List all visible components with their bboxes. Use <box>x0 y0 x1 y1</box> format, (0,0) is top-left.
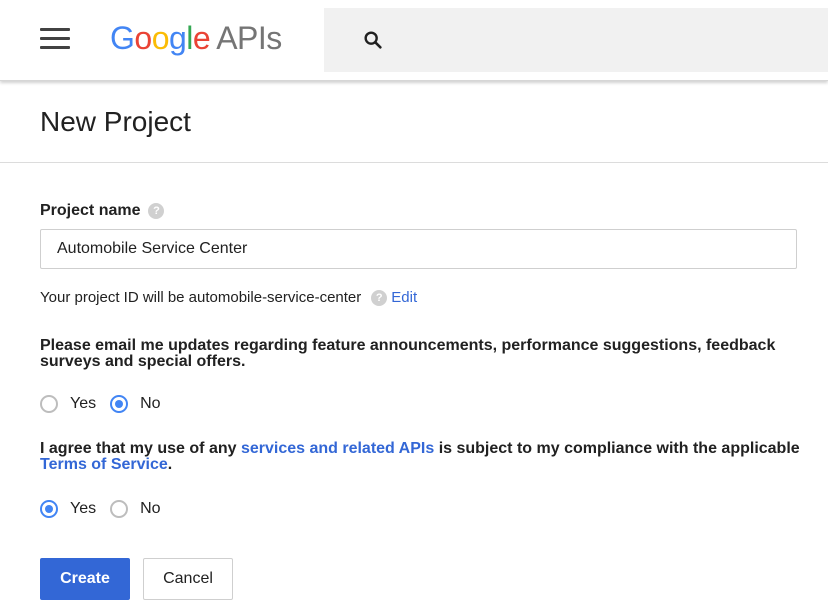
radio-button[interactable] <box>110 500 129 518</box>
email-updates-no-option[interactable]: No <box>110 395 161 413</box>
project-id-text: Your project ID will be automobile-servi… <box>40 289 418 307</box>
search-input[interactable] <box>324 8 828 72</box>
radio-button[interactable] <box>40 395 58 413</box>
page-title: New Project <box>40 106 191 137</box>
divider <box>0 162 828 163</box>
terms-agreement-question: I agree that my use of any services and … <box>40 440 800 473</box>
services-apis-link[interactable]: services and related APIs <box>241 440 434 457</box>
terms-yes-option[interactable]: Yes <box>40 500 96 518</box>
email-updates-question: Please email me updates regarding featur… <box>40 337 776 370</box>
top-app-bar: Google APIs <box>0 0 828 81</box>
terms-no-option[interactable]: No <box>110 500 161 518</box>
radio-button-checked[interactable] <box>40 500 58 518</box>
hamburger-menu-icon[interactable] <box>40 28 70 50</box>
terms-agreement-radio-group: Yes No <box>40 497 175 521</box>
create-button[interactable]: Create <box>40 558 130 600</box>
cancel-button[interactable]: Cancel <box>143 558 233 600</box>
terms-of-service-link[interactable]: Terms of Service <box>40 456 168 473</box>
email-updates-yes-option[interactable]: Yes <box>40 395 96 413</box>
project-name-label: Project name? <box>40 201 165 221</box>
help-icon[interactable]: ? <box>148 202 165 219</box>
project-name-input[interactable]: Automobile Service Center <box>40 229 797 269</box>
help-icon[interactable]: ? <box>371 290 388 307</box>
google-apis-logo[interactable]: Google APIs <box>110 16 282 60</box>
search-icon[interactable] <box>362 29 384 51</box>
edit-project-id-link[interactable]: Edit <box>391 289 417 306</box>
radio-button-checked[interactable] <box>110 395 129 413</box>
logo-apis-text: APIs <box>216 20 282 56</box>
email-updates-radio-group: Yes No <box>40 392 175 416</box>
